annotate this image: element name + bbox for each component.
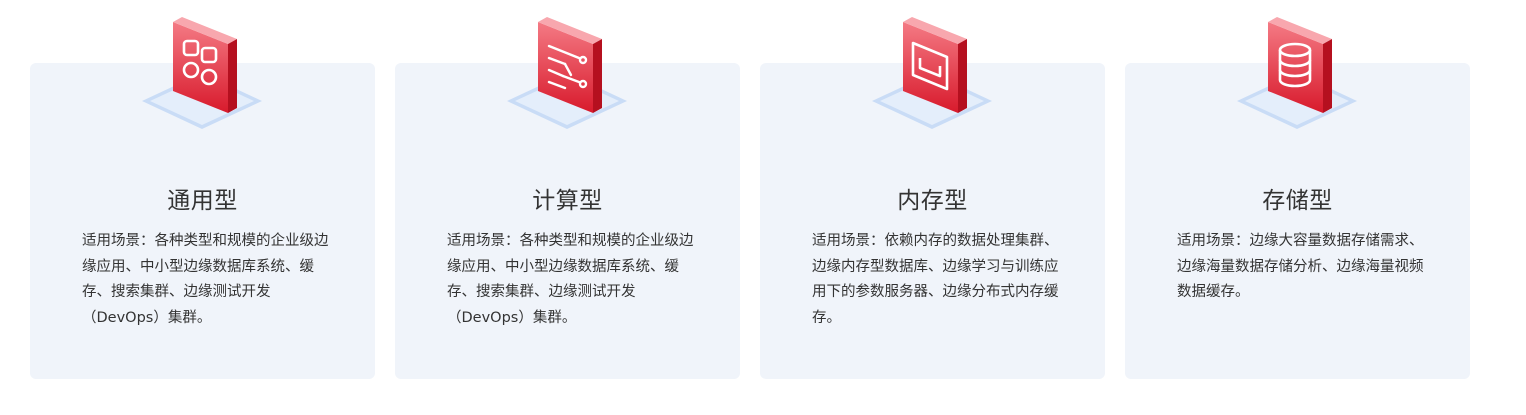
card-title: 存储型 (1262, 188, 1333, 214)
card-description: 适用场景：边缘大容量数据存储需求、边缘海量数据存储分析、边缘海量视频数据缓存。 (1177, 233, 1424, 300)
card-compute[interactable]: 计算型 适用场景：各种类型和规模的企业级边缘应用、中小型边缘数据库系统、缓存、搜… (395, 17, 740, 379)
memory-card-icon (870, 13, 995, 138)
database-storage-icon (1235, 13, 1360, 138)
instance-type-cards: 通用型 适用场景：各种类型和规模的企业级边缘应用、中小型边缘数据库系统、缓存、搜… (0, 0, 1526, 415)
card-title: 计算型 (532, 188, 603, 214)
card-general[interactable]: 通用型 适用场景：各种类型和规模的企业级边缘应用、中小型边缘数据库系统、缓存、搜… (30, 17, 375, 379)
card-title: 内存型 (897, 188, 968, 214)
card-description: 适用场景：各种类型和规模的企业级边缘应用、中小型边缘数据库系统、缓存、搜索集群、… (447, 233, 694, 326)
card-storage[interactable]: 存储型 适用场景：边缘大容量数据存储需求、边缘海量数据存储分析、边缘海量视频数据… (1125, 17, 1470, 379)
card-title: 通用型 (167, 188, 238, 214)
compute-flow-icon (505, 13, 630, 138)
card-description: 适用场景：依赖内存的数据处理集群、边缘内存型数据库、边缘学习与训练应用下的参数服… (812, 233, 1059, 326)
card-memory[interactable]: 内存型 适用场景：依赖内存的数据处理集群、边缘内存型数据库、边缘学习与训练应用下… (760, 17, 1105, 379)
card-description: 适用场景：各种类型和规模的企业级边缘应用、中小型边缘数据库系统、缓存、搜索集群、… (82, 233, 329, 326)
grid-apps-icon (140, 13, 265, 138)
